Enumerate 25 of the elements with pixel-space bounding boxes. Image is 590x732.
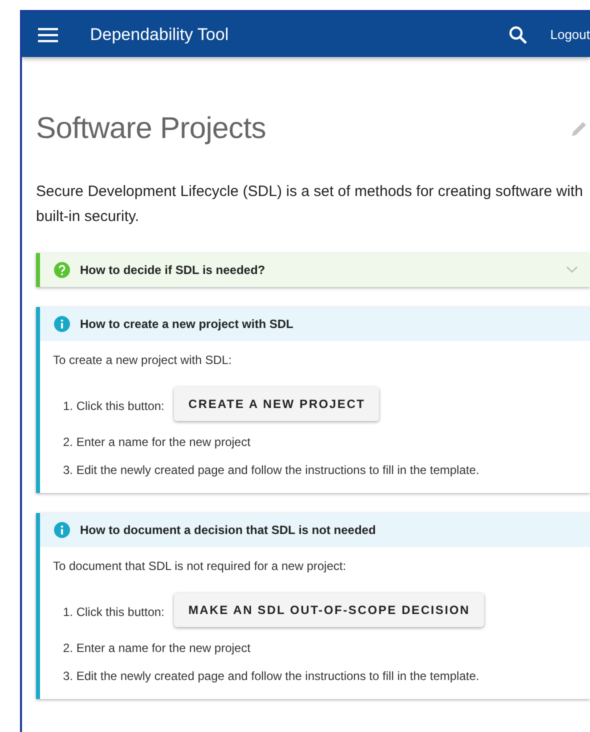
action-button[interactable]: MAKE AN SDL OUT-OF-SCOPE DECISION bbox=[174, 593, 484, 627]
step-text: 1. Click this button: bbox=[63, 605, 164, 619]
menu-icon[interactable] bbox=[38, 26, 58, 42]
page-title: Software Projects bbox=[36, 112, 267, 146]
panel-title: How to create a new project with SDL bbox=[80, 317, 294, 331]
step-text: 2. Enter a name for the new project bbox=[63, 641, 250, 655]
search-icon[interactable] bbox=[508, 24, 528, 44]
info-icon bbox=[54, 316, 70, 332]
step-text: 3. Edit the newly created page and follow the instructions to fill in the template. bbox=[63, 669, 480, 683]
info-icon bbox=[54, 522, 70, 538]
app-title: Dependability Tool bbox=[90, 24, 230, 44]
step-text: 3. Edit the newly created page and follow the instructions to fill in the template. bbox=[63, 463, 480, 477]
panel-title: How to decide if SDL is needed? bbox=[80, 263, 266, 277]
logout-link[interactable]: Logout bbox=[550, 27, 590, 42]
action-button[interactable]: CREATE A NEW PROJECT bbox=[174, 387, 380, 421]
intro-text: Secure Development Lifecycle (SDL) is a set of methods for creating software with built-in security. bbox=[36, 182, 584, 227]
step-text: 1. Click this button: bbox=[63, 399, 164, 413]
panel-header[interactable]: How to decide if SDL is needed? bbox=[40, 253, 590, 287]
panel-title: How to document a decision that SDL is not needed bbox=[80, 523, 377, 537]
panel-header[interactable]: How to document a decision that SDL is not needed bbox=[40, 513, 590, 547]
panel-text: To document that SDL is not required for a new project: bbox=[53, 559, 348, 573]
panel-header[interactable]: How to create a new project with SDL bbox=[40, 307, 590, 341]
step-text: 2. Enter a name for the new project bbox=[63, 435, 250, 449]
help-icon bbox=[54, 262, 70, 278]
panel-text: To create a new project with SDL: bbox=[53, 353, 233, 367]
